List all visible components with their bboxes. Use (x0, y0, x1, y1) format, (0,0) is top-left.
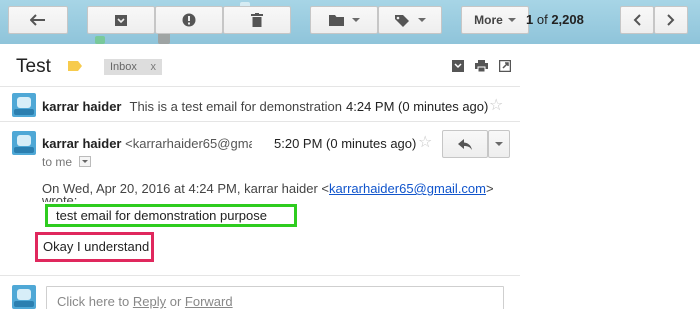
avatar (12, 285, 36, 309)
chevron-down-icon (495, 142, 503, 146)
star-icon[interactable]: ☆ (489, 98, 503, 114)
folder-icon (328, 15, 344, 26)
delete-button[interactable] (223, 6, 291, 34)
labels-button[interactable] (378, 6, 442, 34)
quoted-email-link[interactable]: karrarhaider65@gmail.com (329, 181, 486, 196)
forward-link[interactable]: Forward (185, 294, 233, 309)
quoted-text: test email for demonstration purpose (56, 208, 267, 223)
recipient-summary: to me (42, 155, 73, 169)
message-time: 4:24 PM (0 minutes ago) (346, 99, 489, 114)
important-marker-icon[interactable] (68, 61, 82, 71)
inbox-label-text: Inbox (110, 61, 137, 73)
newer-button[interactable] (620, 6, 654, 34)
reply-icon (458, 138, 472, 150)
avatar (12, 131, 36, 155)
back-arrow-icon (30, 14, 45, 26)
trash-icon (251, 13, 263, 27)
pagination-text: 1 of 2,208 (526, 12, 584, 27)
back-button[interactable] (8, 6, 68, 34)
show-details-toggle[interactable] (79, 156, 91, 167)
avatar (12, 93, 36, 117)
label-icon (394, 14, 409, 27)
chevron-right-icon (667, 14, 675, 26)
pager-total: 2,208 (551, 12, 584, 27)
inbox-label-chip[interactable]: Inbox x (104, 59, 162, 75)
reply-more-button[interactable] (488, 130, 510, 158)
more-button[interactable]: More (461, 6, 529, 34)
chevron-left-icon (633, 14, 641, 26)
new-window-icon[interactable] (499, 60, 511, 72)
message-time: 5:20 PM (0 minutes ago) (274, 136, 417, 151)
toolbar: More 1 of 2,208 (0, 0, 700, 44)
quote-header-text: On Wed, Apr 20, 2016 at 4:24 PM, karrar … (42, 181, 330, 196)
chevron-down-icon (417, 18, 426, 22)
sender-name: karrar haider (42, 136, 122, 151)
print-icon[interactable] (475, 60, 488, 72)
reply-button[interactable] (442, 130, 488, 158)
message-body: Okay I understand (43, 239, 150, 254)
wrote-text: wrote: (42, 193, 78, 202)
reply-body-highlight: Okay I understand (35, 232, 154, 262)
quick-reply-box[interactable]: Click here to Reply or Forward (46, 286, 504, 309)
background-decoration (95, 36, 105, 44)
quoted-text-highlight: test email for demonstration purpose (45, 204, 297, 227)
sender-name: karrar haider (42, 99, 122, 114)
chevron-down-icon (351, 18, 360, 22)
collapsed-message-header[interactable]: karrar haider This is a test email for de… (42, 99, 342, 114)
compose-or: or (166, 294, 185, 309)
divider (0, 121, 520, 122)
expand-all-icon[interactable] (452, 60, 464, 72)
quote-attribution: On Wed, Apr 20, 2016 at 4:24 PM, karrar … (42, 181, 494, 196)
older-button[interactable] (654, 6, 688, 34)
sender-email: <karrarhaider65@gmai (125, 136, 252, 151)
more-label: More (474, 13, 503, 27)
quote-header-end: > (486, 181, 494, 196)
remove-label-button[interactable]: x (151, 59, 157, 75)
pager-current: 1 (526, 12, 534, 27)
thread-subject: Test (16, 56, 51, 77)
divider (0, 86, 520, 87)
reply-link[interactable]: Reply (133, 294, 166, 309)
archive-icon (115, 14, 127, 26)
star-icon[interactable]: ☆ (418, 135, 432, 151)
move-to-button[interactable] (310, 6, 378, 34)
expanded-message-header: karrar haider <karrarhaider65@gmai (42, 136, 252, 151)
report-spam-button[interactable] (155, 6, 223, 34)
divider (0, 275, 520, 276)
message-snippet: This is a test email for demonstration p (129, 99, 343, 114)
compose-prefix: Click here to (57, 294, 133, 309)
archive-button[interactable] (87, 6, 155, 34)
report-spam-icon (182, 13, 196, 27)
pager-of: of (536, 12, 548, 27)
chevron-down-icon (507, 18, 516, 22)
